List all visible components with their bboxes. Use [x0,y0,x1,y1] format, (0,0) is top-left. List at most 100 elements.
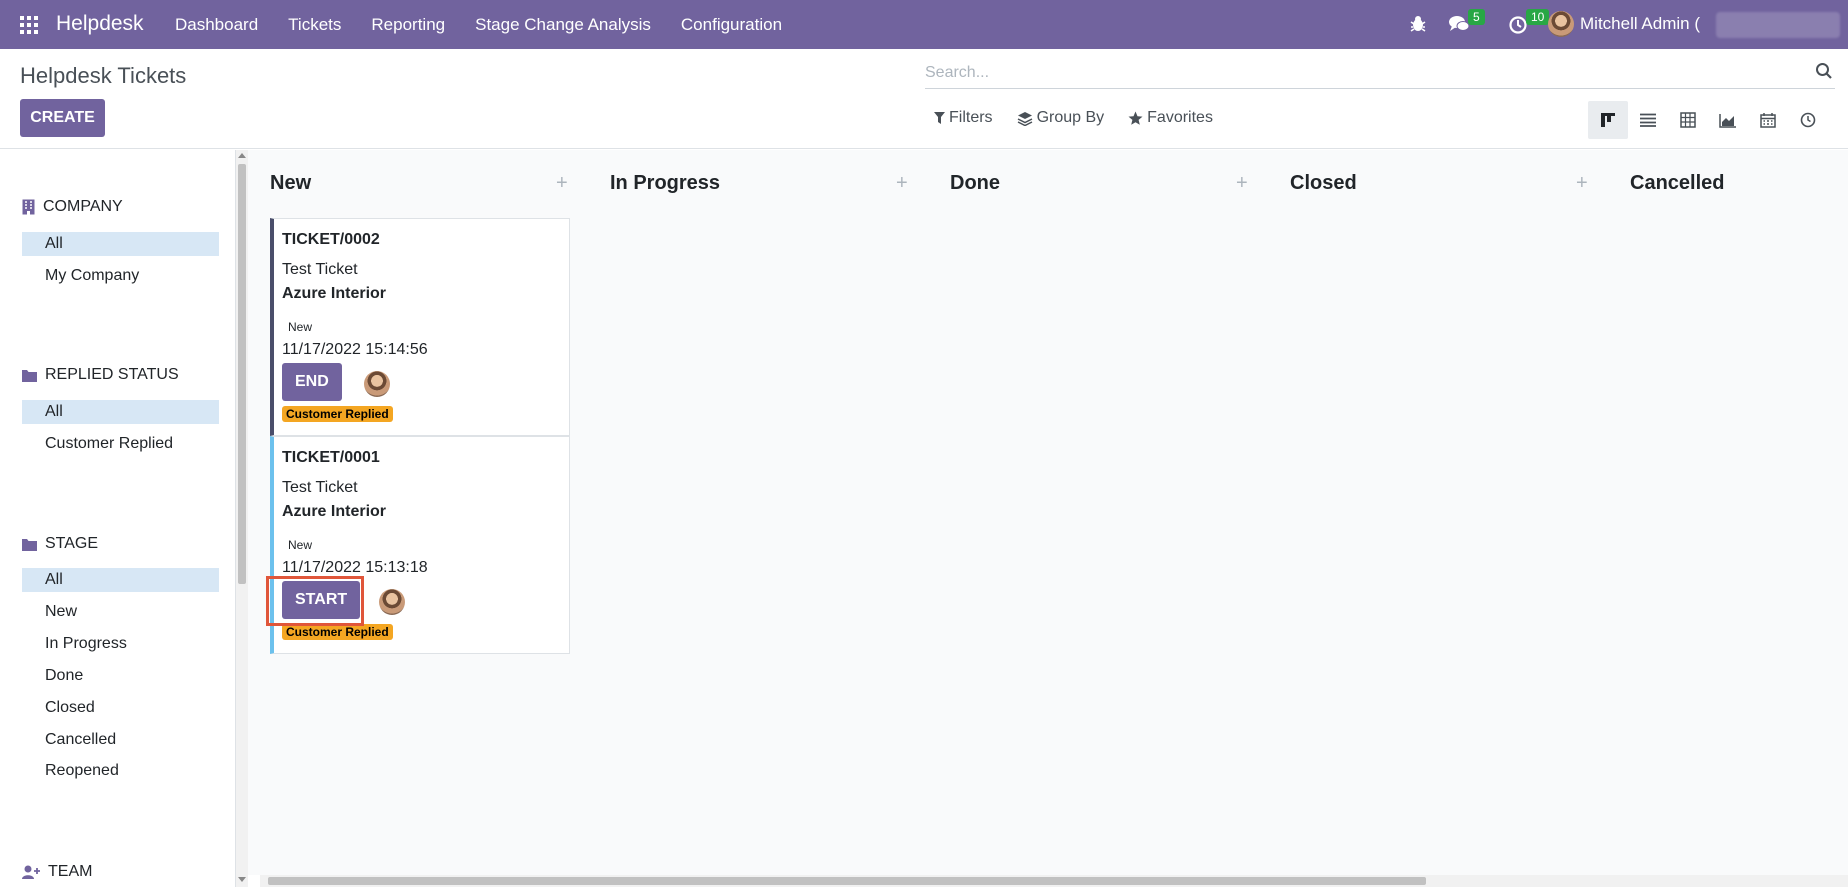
menu-stage-change-analysis[interactable]: Stage Change Analysis [475,15,651,35]
apps-menu-icon[interactable] [20,16,40,34]
control-panel: Helpdesk Tickets CREATE Filters Group By… [0,49,1848,149]
search-panel-sidebar: COMPANY All My Company REPLIED STATUS Al… [0,150,236,887]
sidebar-scroll-thumb[interactable] [238,164,246,584]
stage-filter-all[interactable]: All [22,568,219,592]
stage-section-title: STAGE [45,535,99,552]
sidebar-scrollbar[interactable] [236,150,248,887]
scroll-down-arrow[interactable] [238,877,246,882]
layers-icon [1017,111,1032,126]
end-button[interactable]: END [282,363,342,401]
ticket-stage: New [288,538,313,552]
clock-icon [1800,112,1816,128]
ticket-date: 11/17/2022 15:14:56 [282,341,428,358]
graph-view-button[interactable] [1708,101,1748,139]
user-name[interactable]: Mitchell Admin ( [1580,14,1700,34]
customer-replied-tag: Customer Replied [282,406,393,422]
list-icon [1640,113,1656,127]
customer-replied-tag: Customer Replied [282,624,393,640]
filters-label: Filters [949,109,993,126]
start-button-highlight-box [266,576,364,626]
ticket-number: TICKET/0001 [282,449,380,466]
filters-toggle[interactable]: Filters [934,109,993,127]
kanban-board: New + TICKET/0002 Test Ticket Azure Inte… [248,150,1848,875]
menu-reporting[interactable]: Reporting [371,15,445,35]
column-title: In Progress [610,172,721,194]
filter-funnel-icon [934,112,945,124]
menu-tickets[interactable]: Tickets [288,15,341,35]
app-brand[interactable]: Helpdesk [56,12,144,36]
ticket-partner: Azure Interior [282,503,387,520]
company-section-header: COMPANY [22,198,123,216]
column-quick-create-plus-icon[interactable]: + [896,172,908,195]
ticket-date: 11/17/2022 15:13:18 [282,559,428,576]
scroll-up-arrow[interactable] [238,153,246,158]
column-title: New [270,172,312,194]
replied-filter-customer-replied[interactable]: Customer Replied [22,432,219,456]
activity-view-button[interactable] [1788,101,1828,139]
menu-configuration[interactable]: Configuration [681,15,782,35]
view-switcher [1588,101,1828,139]
team-section-title: TEAM [48,863,93,880]
company-section-title: COMPANY [43,198,123,215]
column-quick-create-plus-icon[interactable]: + [556,172,568,195]
stage-filter-closed[interactable]: Closed [22,696,219,720]
kanban-horizontal-scrollbar[interactable] [260,875,1848,887]
folder-icon [22,369,37,382]
table-icon [1680,112,1696,128]
search-options: Filters Group By Favorites [934,109,1237,127]
stage-section-header: STAGE [22,535,98,553]
kanban-icon [1601,113,1615,127]
replied-status-section-title: REPLIED STATUS [45,366,179,383]
folder-icon [22,538,37,551]
ticket-partner: Azure Interior [282,285,387,302]
stage-filter-cancelled[interactable]: Cancelled [22,728,219,752]
list-view-button[interactable] [1628,101,1668,139]
create-button[interactable]: CREATE [20,99,105,137]
favorites-label: Favorites [1147,109,1213,126]
column-title: Cancelled [1630,172,1725,194]
search-icon[interactable] [1815,62,1833,80]
menu-dashboard[interactable]: Dashboard [175,15,258,35]
ticket-name: Test Ticket [282,479,358,496]
systray: 5 10 Mitchell Admin ( [1408,0,1848,49]
stage-filter-reopened[interactable]: Reopened [22,759,219,783]
area-chart-icon [1719,113,1736,128]
chat-count-badge: 5 [1468,9,1485,25]
group-by-label: Group By [1036,109,1105,126]
search-input[interactable] [925,61,1795,85]
group-by-toggle[interactable]: Group By [1017,109,1105,127]
top-navbar: Helpdesk Dashboard Tickets Reporting Sta… [0,0,1848,49]
page-title: Helpdesk Tickets [20,63,187,88]
column-quick-create-plus-icon[interactable]: + [1576,172,1588,195]
ticket-name: Test Ticket [282,261,358,278]
assignee-avatar[interactable] [379,589,405,615]
team-section-header: TEAM [22,863,92,881]
column-title: Done [950,172,1000,194]
column-quick-create-plus-icon[interactable]: + [1236,172,1248,195]
building-icon [22,199,35,215]
user-avatar[interactable] [1548,11,1574,37]
stage-filter-in-progress[interactable]: In Progress [22,632,219,656]
user-db-redacted [1716,12,1840,38]
stage-filter-done[interactable]: Done [22,664,219,688]
calendar-view-button[interactable] [1748,101,1788,139]
column-title: Closed [1290,172,1357,194]
ticket-card[interactable]: TICKET/0002 Test Ticket Azure Interior N… [270,218,570,436]
replied-filter-all[interactable]: All [22,400,219,424]
assignee-avatar[interactable] [364,371,390,397]
favorites-toggle[interactable]: Favorites [1128,109,1213,127]
company-filter-my-company[interactable]: My Company [22,264,219,288]
main-menu: Dashboard Tickets Reporting Stage Change… [175,0,812,49]
company-filter-all[interactable]: All [22,232,219,256]
activity-count-badge: 10 [1526,9,1550,25]
star-icon [1128,111,1143,125]
pivot-view-button[interactable] [1668,101,1708,139]
kanban-scroll-thumb[interactable] [268,877,1426,885]
stage-filter-new[interactable]: New [22,600,219,624]
ticket-stage: New [288,320,313,334]
activity-clock-icon[interactable] [1508,15,1528,35]
replied-status-section-header: REPLIED STATUS [22,366,179,384]
kanban-view-button[interactable] [1588,101,1628,139]
debug-bug-icon[interactable] [1408,14,1428,34]
chat-messages-icon[interactable] [1448,14,1470,34]
